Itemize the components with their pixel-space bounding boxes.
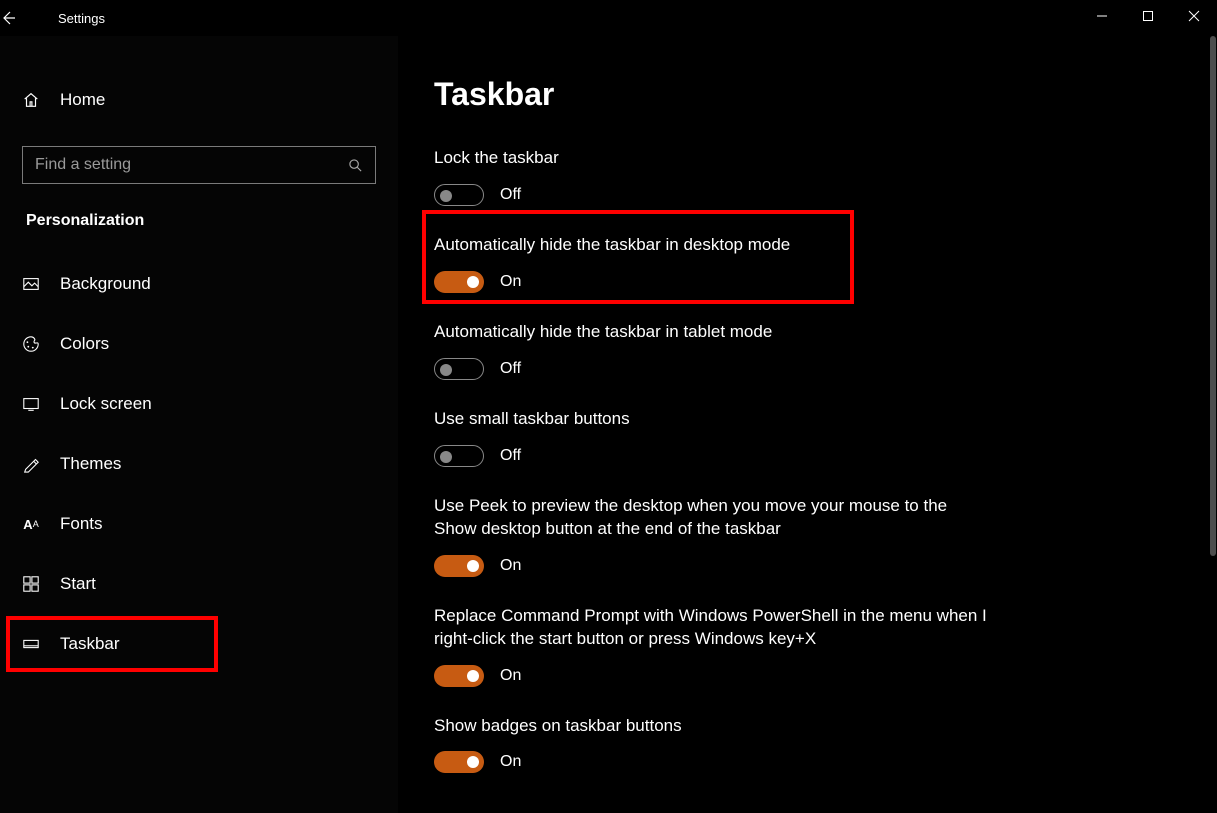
search-icon (348, 158, 363, 173)
nav-list: Background Colors Lock screen Themes AA … (0, 242, 398, 674)
back-button[interactable] (0, 10, 46, 26)
toggle-state: On (500, 273, 521, 291)
minimize-button[interactable] (1079, 0, 1125, 32)
sidebar-item-themes[interactable]: Themes (0, 434, 398, 494)
maximize-button[interactable] (1125, 0, 1171, 32)
toggle-show-badges[interactable] (434, 751, 484, 773)
picture-icon (22, 275, 40, 293)
setting-label: Show badges on taskbar buttons (434, 715, 994, 738)
nav-label: Background (60, 274, 151, 294)
close-button[interactable] (1171, 0, 1217, 32)
toggle-small-buttons[interactable] (434, 445, 484, 467)
toggle-lock-taskbar[interactable] (434, 184, 484, 206)
setting-small-buttons: Use small taskbar buttons Off (434, 408, 994, 467)
setting-powershell-replace: Replace Command Prompt with Windows Powe… (434, 605, 994, 687)
home-label: Home (60, 90, 105, 110)
setting-lock-taskbar: Lock the taskbar Off (434, 147, 994, 206)
content-pane: Taskbar Lock the taskbar Off Automatical… (398, 36, 1207, 813)
toggle-state: Off (500, 360, 521, 378)
setting-label: Automatically hide the taskbar in deskto… (434, 234, 994, 257)
window-controls (1079, 0, 1217, 32)
toggle-auto-hide-desktop[interactable] (434, 271, 484, 293)
nav-label: Lock screen (60, 394, 152, 414)
scrollbar-thumb[interactable] (1210, 36, 1216, 556)
nav-label: Start (60, 574, 96, 594)
toggle-state: Off (500, 186, 521, 204)
home-icon (22, 91, 40, 109)
scrollbar[interactable] (1209, 36, 1217, 813)
toggle-state: On (500, 557, 521, 575)
toggle-powershell-replace[interactable] (434, 665, 484, 687)
setting-show-badges: Show badges on taskbar buttons On (434, 715, 994, 774)
palette-icon (22, 335, 40, 353)
sidebar-item-start[interactable]: Start (0, 554, 398, 614)
nav-label: Fonts (60, 514, 103, 534)
sidebar-item-background[interactable]: Background (0, 254, 398, 314)
sidebar-item-taskbar[interactable]: Taskbar (0, 614, 398, 674)
nav-label: Colors (60, 334, 109, 354)
home-nav[interactable]: Home (0, 76, 398, 124)
lock-screen-icon (22, 395, 40, 413)
search-input[interactable] (35, 156, 348, 174)
nav-label: Taskbar (60, 634, 120, 654)
nav-label: Themes (60, 454, 121, 474)
setting-auto-hide-desktop: Automatically hide the taskbar in deskto… (434, 234, 994, 293)
toggle-auto-hide-tablet[interactable] (434, 358, 484, 380)
fonts-icon: AA (22, 515, 40, 533)
themes-icon (22, 455, 40, 473)
page-title: Taskbar (434, 76, 1171, 113)
start-icon (22, 575, 40, 593)
sidebar-item-fonts[interactable]: AA Fonts (0, 494, 398, 554)
setting-label: Use Peek to preview the desktop when you… (434, 495, 994, 541)
sidebar-item-lock-screen[interactable]: Lock screen (0, 374, 398, 434)
sidebar-item-colors[interactable]: Colors (0, 314, 398, 374)
toggle-peek-preview[interactable] (434, 555, 484, 577)
window-title: Settings (58, 11, 105, 26)
setting-label: Lock the taskbar (434, 147, 994, 170)
setting-label: Use small taskbar buttons (434, 408, 994, 431)
toggle-state: Off (500, 447, 521, 465)
taskbar-icon (22, 635, 40, 653)
setting-label: Automatically hide the taskbar in tablet… (434, 321, 994, 344)
search-box[interactable] (22, 146, 376, 184)
toggle-state: On (500, 753, 521, 771)
sidebar: Home Personalization Background Colors L… (0, 36, 398, 813)
setting-auto-hide-tablet: Automatically hide the taskbar in tablet… (434, 321, 994, 380)
setting-label: Replace Command Prompt with Windows Powe… (434, 605, 994, 651)
titlebar: Settings (0, 0, 1217, 36)
toggle-state: On (500, 667, 521, 685)
setting-peek-preview: Use Peek to preview the desktop when you… (434, 495, 994, 577)
category-header: Personalization (0, 184, 398, 242)
